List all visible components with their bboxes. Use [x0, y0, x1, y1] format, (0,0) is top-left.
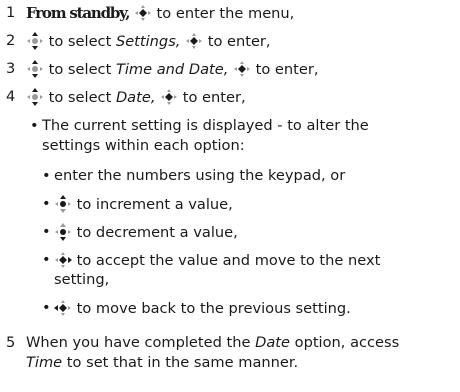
- bullet-text-line-2: setting,: [54, 271, 110, 288]
- nav-key-up-icon: [54, 195, 72, 213]
- menu-item-name: Settings,: [115, 33, 181, 50]
- bullet-text-tail: to increment a value,: [72, 196, 233, 213]
- bullet-text: to increment a value,: [54, 195, 233, 214]
- bullet-text-tail: to decrement a value,: [72, 224, 238, 241]
- menu-item-name: Date: [255, 334, 290, 351]
- bullet-dot: •: [42, 251, 51, 268]
- bullet-text: enter the numbers using the keypad, or: [54, 167, 346, 184]
- step-text-post: to enter,: [251, 61, 319, 78]
- bullet-dot: •: [30, 117, 39, 134]
- bullet-text-line-2: settings within each option:: [42, 137, 245, 154]
- step-text: to select Time and Date, to enter,: [26, 60, 319, 79]
- step-suffix: to enter the menu,: [151, 5, 295, 22]
- step-text-post: to set that in the same manner.: [62, 354, 299, 371]
- nav-key-vertical-icon: [26, 88, 44, 106]
- nav-key-vertical-icon: [26, 32, 44, 50]
- step-text: From standby, to enter the menu,: [26, 4, 294, 23]
- step-text-pre: When you have completed the: [26, 334, 256, 351]
- step-text-pre: to select: [44, 61, 116, 78]
- nav-key-center-icon: [233, 60, 251, 78]
- step-number: 2: [6, 32, 16, 49]
- nav-key-center-icon: [160, 88, 178, 106]
- step-text: to select Settings, to enter,: [26, 32, 271, 51]
- menu-item-name: Time and Date,: [115, 61, 229, 78]
- bullet-dot: •: [42, 299, 51, 316]
- nav-key-down-icon: [54, 223, 72, 241]
- step-number: 5: [6, 334, 16, 351]
- step-text-post: to enter,: [178, 89, 246, 106]
- step-number: 1: [6, 4, 16, 21]
- sub-bullet-accept-line-2: setting,: [54, 271, 109, 289]
- menu-item-name: Date,: [115, 89, 156, 106]
- bullet-dot: •: [42, 223, 51, 240]
- step-text-pre: to select: [44, 89, 116, 106]
- step-number: 3: [6, 60, 16, 77]
- nav-key-center-icon: [134, 4, 152, 22]
- step-text-post: to enter,: [203, 33, 271, 50]
- bullet-text-tail: to move back to the previous setting.: [72, 300, 351, 317]
- nav-key-left-icon: [54, 299, 72, 317]
- step-5-line-2: Time to set that in the same manner.: [26, 354, 298, 372]
- bullet-text: to move back to the previous setting.: [54, 299, 351, 318]
- bullet-text: to accept the value and move to the next: [54, 251, 380, 270]
- bullet-text-line-1: The current setting is displayed - to al…: [42, 117, 369, 134]
- nav-key-right-icon: [54, 251, 72, 269]
- intro-bullet-line-2: settings within each option:: [42, 137, 245, 155]
- bullet-dot: •: [42, 167, 51, 184]
- bullet-text: to decrement a value,: [54, 223, 238, 242]
- step-text: to select Date, to enter,: [26, 88, 246, 107]
- nav-key-vertical-icon: [26, 60, 44, 78]
- bullet-text-tail: to accept the value and move to the next: [72, 252, 381, 269]
- step-text-pre: to select: [44, 33, 116, 50]
- nav-key-center-icon: [185, 32, 203, 50]
- step-number: 4: [6, 88, 16, 105]
- step-lead: From standby,: [26, 4, 130, 22]
- step-text: When you have completed the Date option,…: [26, 334, 399, 352]
- step-text-post: option, access: [290, 334, 400, 351]
- menu-item-name: Time: [26, 354, 63, 371]
- bullet-dot: •: [42, 195, 51, 212]
